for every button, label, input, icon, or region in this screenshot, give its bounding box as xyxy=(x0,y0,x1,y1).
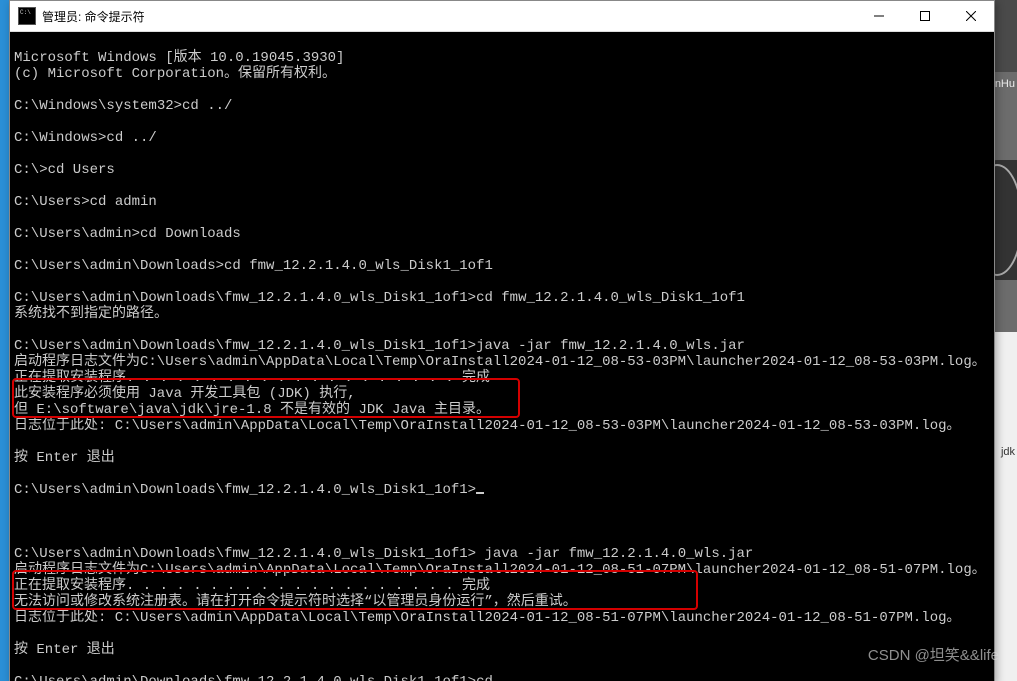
terminal-line: C:\Windows\system32>cd ../ xyxy=(14,98,232,114)
terminal-line: C:\>cd Users xyxy=(14,162,115,178)
close-icon xyxy=(966,11,976,21)
terminal-line: 日志位于此处: C:\Users\admin\AppData\Local\Tem… xyxy=(14,418,961,434)
terminal-line: 此安装程序必须使用 Java 开发工具包 (JDK) 执行, xyxy=(14,386,356,402)
terminal-line: 启动程序日志文件为C:\Users\admin\AppData\Local\Te… xyxy=(14,562,986,578)
terminal-line: C:\Users\admin\Downloads\fmw_12.2.1.4.0_… xyxy=(14,290,745,306)
terminal-line: 日志位于此处: C:\Users\admin\AppData\Local\Tem… xyxy=(14,610,961,626)
maximize-button[interactable] xyxy=(902,1,948,31)
cmd-icon xyxy=(18,7,36,25)
close-button[interactable] xyxy=(948,1,994,31)
terminal-line: 但 E:\software\java\jdk\jre-1.8 不是有效的 JDK… xyxy=(14,402,490,418)
bg-text-fragment: jdk xyxy=(1001,446,1015,458)
terminal-line: C:\Users>cd admin xyxy=(14,194,157,210)
terminal-line: C:\Users\admin\Downloads>cd fmw_12.2.1.4… xyxy=(14,258,493,274)
terminal-line: C:\Users\admin\Downloads\fmw_12.2.1.4.0_… xyxy=(14,546,753,562)
terminal-line: 无法访问或修改系统注册表。请在打开命令提示符时选择“以管理员身份运行”，然后重试… xyxy=(14,594,577,610)
window-buttons xyxy=(856,1,994,31)
desktop-left-stripe xyxy=(0,0,9,681)
terminal-line: 正在提取安装程序. . . . . . . . . . . . . . . . … xyxy=(14,370,490,386)
terminal-line: C:\Windows>cd ../ xyxy=(14,130,157,146)
terminal-line: C:\Users\admin\Downloads\fmw_12.2.1.4.0_… xyxy=(14,674,493,681)
cmd-window: 管理员: 命令提示符 Microsoft Windows [版本 10.0.19… xyxy=(9,0,995,681)
watermark: CSDN @坦笑&&life xyxy=(868,644,999,665)
terminal-output[interactable]: Microsoft Windows [版本 10.0.19045.3930] (… xyxy=(10,32,994,681)
terminal-line: 系统找不到指定的路径。 xyxy=(14,306,168,322)
cursor xyxy=(476,492,484,494)
window-title: 管理员: 命令提示符 xyxy=(42,8,856,25)
title-bar[interactable]: 管理员: 命令提示符 xyxy=(10,1,994,32)
terminal-line: 启动程序日志文件为C:\Users\admin\AppData\Local\Te… xyxy=(14,354,986,370)
minimize-button[interactable] xyxy=(856,1,902,31)
terminal-line: 按 Enter 退出 xyxy=(14,642,115,658)
terminal-line: C:\Users\admin\Downloads\fmw_12.2.1.4.0_… xyxy=(14,338,745,354)
terminal-line: 按 Enter 退出 xyxy=(14,450,115,466)
terminal-line: C:\Users\admin>cd Downloads xyxy=(14,226,241,242)
terminal-line: C:\Users\admin\Downloads\fmw_12.2.1.4.0_… xyxy=(14,482,476,498)
minimize-icon xyxy=(874,11,884,21)
maximize-icon xyxy=(920,11,930,21)
bg-text-fragment: nHu xyxy=(995,78,1015,90)
terminal-line: (c) Microsoft Corporation。保留所有权利。 xyxy=(14,66,336,82)
terminal-line: Microsoft Windows [版本 10.0.19045.3930] xyxy=(14,50,344,66)
terminal-line: 正在提取安装程序. . . . . . . . . . . . . . . . … xyxy=(14,578,490,594)
